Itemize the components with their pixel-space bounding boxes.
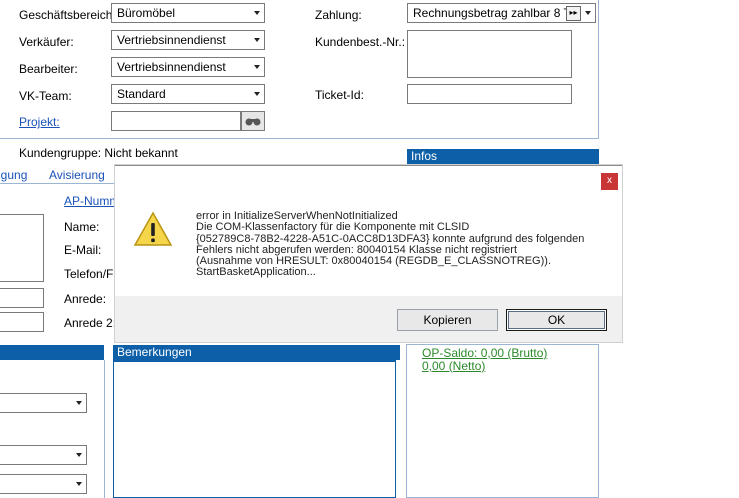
dialog-button-bar: Kopieren OK bbox=[115, 296, 622, 342]
chevron-down-icon bbox=[76, 482, 82, 486]
binoculars-icon[interactable] bbox=[241, 111, 265, 131]
verkaeufer-select[interactable]: Vertriebsinnendienst bbox=[111, 30, 265, 50]
zahlung-value: Rechnungsbetrag zahlbar 8 T bbox=[413, 6, 571, 20]
ticket-input[interactable] bbox=[407, 84, 572, 104]
ap-nummer-link[interactable]: AP-Numm bbox=[64, 194, 119, 208]
chevron-down-icon bbox=[76, 401, 82, 405]
chevron-down-icon bbox=[254, 11, 260, 15]
bemerkungen-textarea[interactable] bbox=[113, 360, 396, 498]
kundenbest-label: Kundenbest.-Nr.: bbox=[315, 35, 406, 49]
name-label: Name: bbox=[64, 220, 100, 234]
geschaeftsbereich-value: Büromöbel bbox=[117, 6, 176, 20]
error-line: Die COM-Klassenfactory für die Komponent… bbox=[196, 221, 470, 234]
geschaeftsbereich-label: Geschäftsbereich: bbox=[19, 8, 116, 22]
projekt-link[interactable]: Projekt: bbox=[19, 115, 60, 129]
bemerkungen-header: Bemerkungen bbox=[113, 345, 400, 360]
email-label: E-Mail: bbox=[64, 243, 102, 257]
chevron-down-icon bbox=[585, 11, 591, 15]
fast-forward-icon[interactable]: ▸▸ bbox=[566, 6, 581, 21]
left-select-2[interactable] bbox=[0, 445, 87, 465]
close-button[interactable]: x bbox=[601, 173, 618, 190]
telefon-label: Telefon/Fa bbox=[64, 267, 121, 281]
warning-icon bbox=[133, 211, 173, 247]
anrede-input[interactable] bbox=[0, 288, 44, 308]
anrede2-input[interactable] bbox=[0, 312, 44, 332]
ok-button[interactable]: OK bbox=[506, 309, 607, 331]
chevron-down-icon bbox=[254, 92, 260, 96]
vkteam-select[interactable]: Standard bbox=[111, 84, 265, 104]
tab-divider bbox=[0, 183, 115, 184]
error-message: error in InitializeServerWhenNotInitiali… bbox=[196, 210, 584, 279]
zahlung-select[interactable]: Rechnungsbetrag zahlbar 8 T ▸▸ bbox=[407, 3, 596, 23]
kundengruppe-text: Kundengruppe: Nicht bekannt bbox=[19, 146, 178, 160]
bearbeiter-value: Vertriebsinnendienst bbox=[117, 60, 226, 74]
chevron-down-icon bbox=[76, 453, 82, 457]
left-panel-header bbox=[0, 345, 104, 360]
left-select-1[interactable] bbox=[0, 393, 87, 413]
error-line: StartBasketApplication... bbox=[196, 266, 316, 279]
tab-avisierung[interactable]: Avisierung bbox=[49, 168, 105, 182]
ticket-label: Ticket-Id: bbox=[315, 88, 364, 102]
op-saldo-link[interactable]: OP-Saldo: 0,00 (Brutto) bbox=[422, 346, 547, 360]
kundenbest-input[interactable] bbox=[407, 30, 572, 78]
copy-button[interactable]: Kopieren bbox=[397, 309, 498, 331]
left-select-3[interactable] bbox=[0, 474, 87, 494]
chevron-down-icon bbox=[254, 38, 260, 42]
anrede-label: Anrede: bbox=[64, 292, 107, 306]
zahlung-label: Zahlung: bbox=[315, 8, 362, 22]
tab-bestaetigung[interactable]: igung bbox=[0, 168, 27, 182]
chevron-down-icon bbox=[254, 65, 260, 69]
address-box[interactable] bbox=[0, 214, 44, 282]
bearbeiter-select[interactable]: Vertriebsinnendienst bbox=[111, 57, 265, 77]
infos-header: Infos bbox=[407, 149, 599, 164]
anrede2-label: Anrede 2: bbox=[64, 316, 117, 330]
error-dialog: x error in InitializeServerWhenNotInitia… bbox=[115, 165, 622, 342]
bearbeiter-label: Bearbeiter: bbox=[19, 62, 78, 76]
geschaeftsbereich-select[interactable]: Büromöbel bbox=[111, 3, 265, 23]
projekt-input[interactable] bbox=[111, 111, 241, 131]
vkteam-label: VK-Team: bbox=[19, 89, 72, 103]
verkaeufer-value: Vertriebsinnendienst bbox=[117, 33, 226, 47]
verkaeufer-label: Verkäufer: bbox=[19, 35, 74, 49]
netto-link[interactable]: 0,00 (Netto) bbox=[422, 359, 485, 373]
vkteam-value: Standard bbox=[117, 87, 166, 101]
